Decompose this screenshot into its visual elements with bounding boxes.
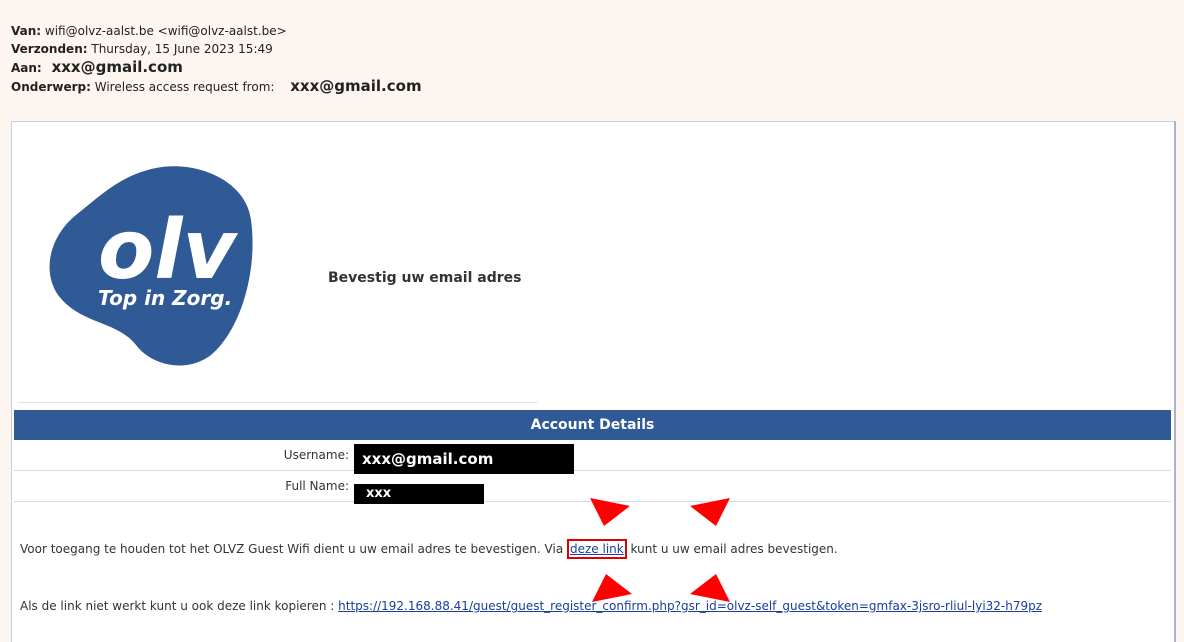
from-value: wifi@olvz-aalst.be <wifi@olvz-aalst.be> <box>44 24 287 38</box>
fullname-label: Full Name: <box>285 479 349 493</box>
arrow-bottom-left-icon <box>592 574 632 602</box>
arrow-top-left-icon <box>590 498 630 526</box>
from-label: Van: <box>11 24 42 38</box>
email-body-panel: olv Top in Zorg. Bevestig uw email adres… <box>11 121 1176 642</box>
copy-link-text: Als de link niet werkt kunt u ook deze l… <box>20 599 339 613</box>
sent-row: Verzonden: Thursday, 15 June 2023 15:49 <box>11 40 422 58</box>
sent-value: Thursday, 15 June 2023 15:49 <box>91 42 273 56</box>
confirm-link[interactable]: deze link <box>570 542 624 556</box>
confirm-email-title: Bevestig uw email adres <box>328 270 522 286</box>
username-row: Username: xxx@gmail.com <box>14 440 1171 474</box>
from-row: Van: wifi@olvz-aalst.be <wifi@olvz-aalst… <box>11 22 422 40</box>
subject-email: xxx@gmail.com <box>290 77 422 95</box>
fullname-value: xxx <box>354 484 484 504</box>
arrow-bottom-right-icon <box>690 574 730 602</box>
username-value: xxx@gmail.com <box>354 444 574 474</box>
to-row: Aan: xxx@gmail.com <box>11 58 422 77</box>
message-text-before: Voor toegang te houden tot het OLVZ Gues… <box>20 542 567 556</box>
subject-label: Onderwerp: <box>11 80 91 94</box>
copy-link-line: Als de link niet werkt kunt u ook deze l… <box>20 599 1042 613</box>
to-label: Aan: <box>11 61 42 75</box>
username-label: Username: <box>283 448 349 462</box>
link-highlight-box: deze link <box>567 539 627 559</box>
logo-main-text: olv <box>98 203 238 298</box>
olv-logo-shape: olv Top in Zorg. <box>49 166 253 366</box>
olv-logo: olv Top in Zorg. <box>46 160 266 370</box>
sent-label: Verzonden: <box>11 42 88 56</box>
divider <box>18 402 538 403</box>
message-text-after: kunt u uw email adres bevestigen. <box>626 542 838 556</box>
to-value: xxx@gmail.com <box>51 58 183 76</box>
subject-row: Onderwerp: Wireless access request from:… <box>11 77 422 96</box>
logo-tagline: Top in Zorg. <box>98 286 232 310</box>
confirm-message-line: Voor toegang te houden tot het OLVZ Gues… <box>20 539 838 559</box>
email-header: Van: wifi@olvz-aalst.be <wifi@olvz-aalst… <box>11 22 422 96</box>
arrow-top-right-icon <box>690 498 730 526</box>
subject-value: Wireless access request from: <box>94 80 275 94</box>
account-details-header: Account Details <box>14 410 1171 440</box>
